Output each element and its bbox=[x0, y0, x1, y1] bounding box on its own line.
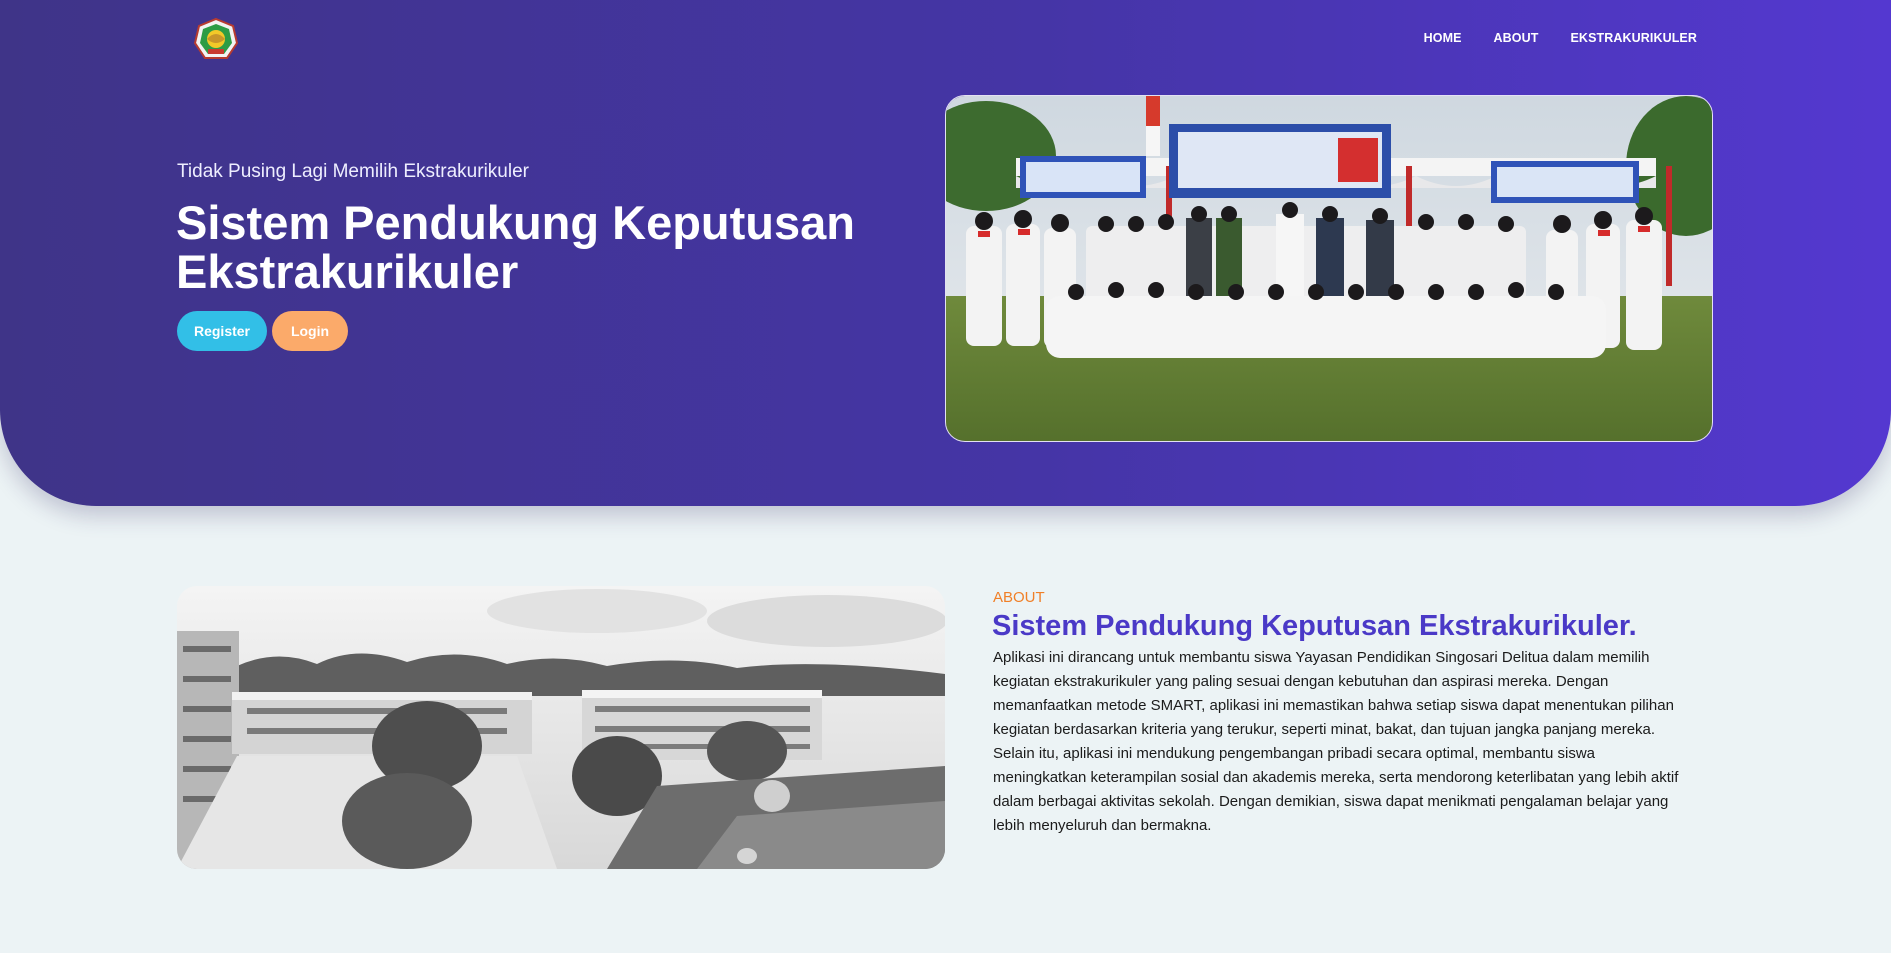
register-button[interactable]: Register bbox=[177, 311, 267, 351]
hero-actions: Register Login bbox=[177, 311, 348, 351]
login-button[interactable]: Login bbox=[272, 311, 348, 351]
main-nav: HOME ABOUT EKSTRAKURIKULER bbox=[1424, 31, 1697, 45]
nav-about[interactable]: ABOUT bbox=[1494, 31, 1539, 45]
hero-subtitle: Tidak Pusing Lagi Memilih Ekstrakurikule… bbox=[177, 161, 529, 182]
hero-title: Sistem Pendukung Keputusan Ekstrakurikul… bbox=[176, 196, 855, 298]
about-description: Aplikasi ini dirancang untuk membantu si… bbox=[993, 649, 1679, 834]
hero-photo bbox=[945, 95, 1713, 442]
hero-section: HOME ABOUT EKSTRAKURIKULER Tidak Pusing … bbox=[0, 0, 1891, 506]
about-photo bbox=[177, 586, 945, 869]
nav-home[interactable]: HOME bbox=[1424, 31, 1462, 45]
about-title: Sistem Pendukung Keputusan Ekstrakurikul… bbox=[992, 610, 1637, 642]
about-label: ABOUT bbox=[993, 589, 1045, 606]
nav-ekstrakurikuler[interactable]: EKSTRAKURIKULER bbox=[1571, 31, 1698, 45]
school-emblem-icon[interactable] bbox=[193, 17, 239, 63]
